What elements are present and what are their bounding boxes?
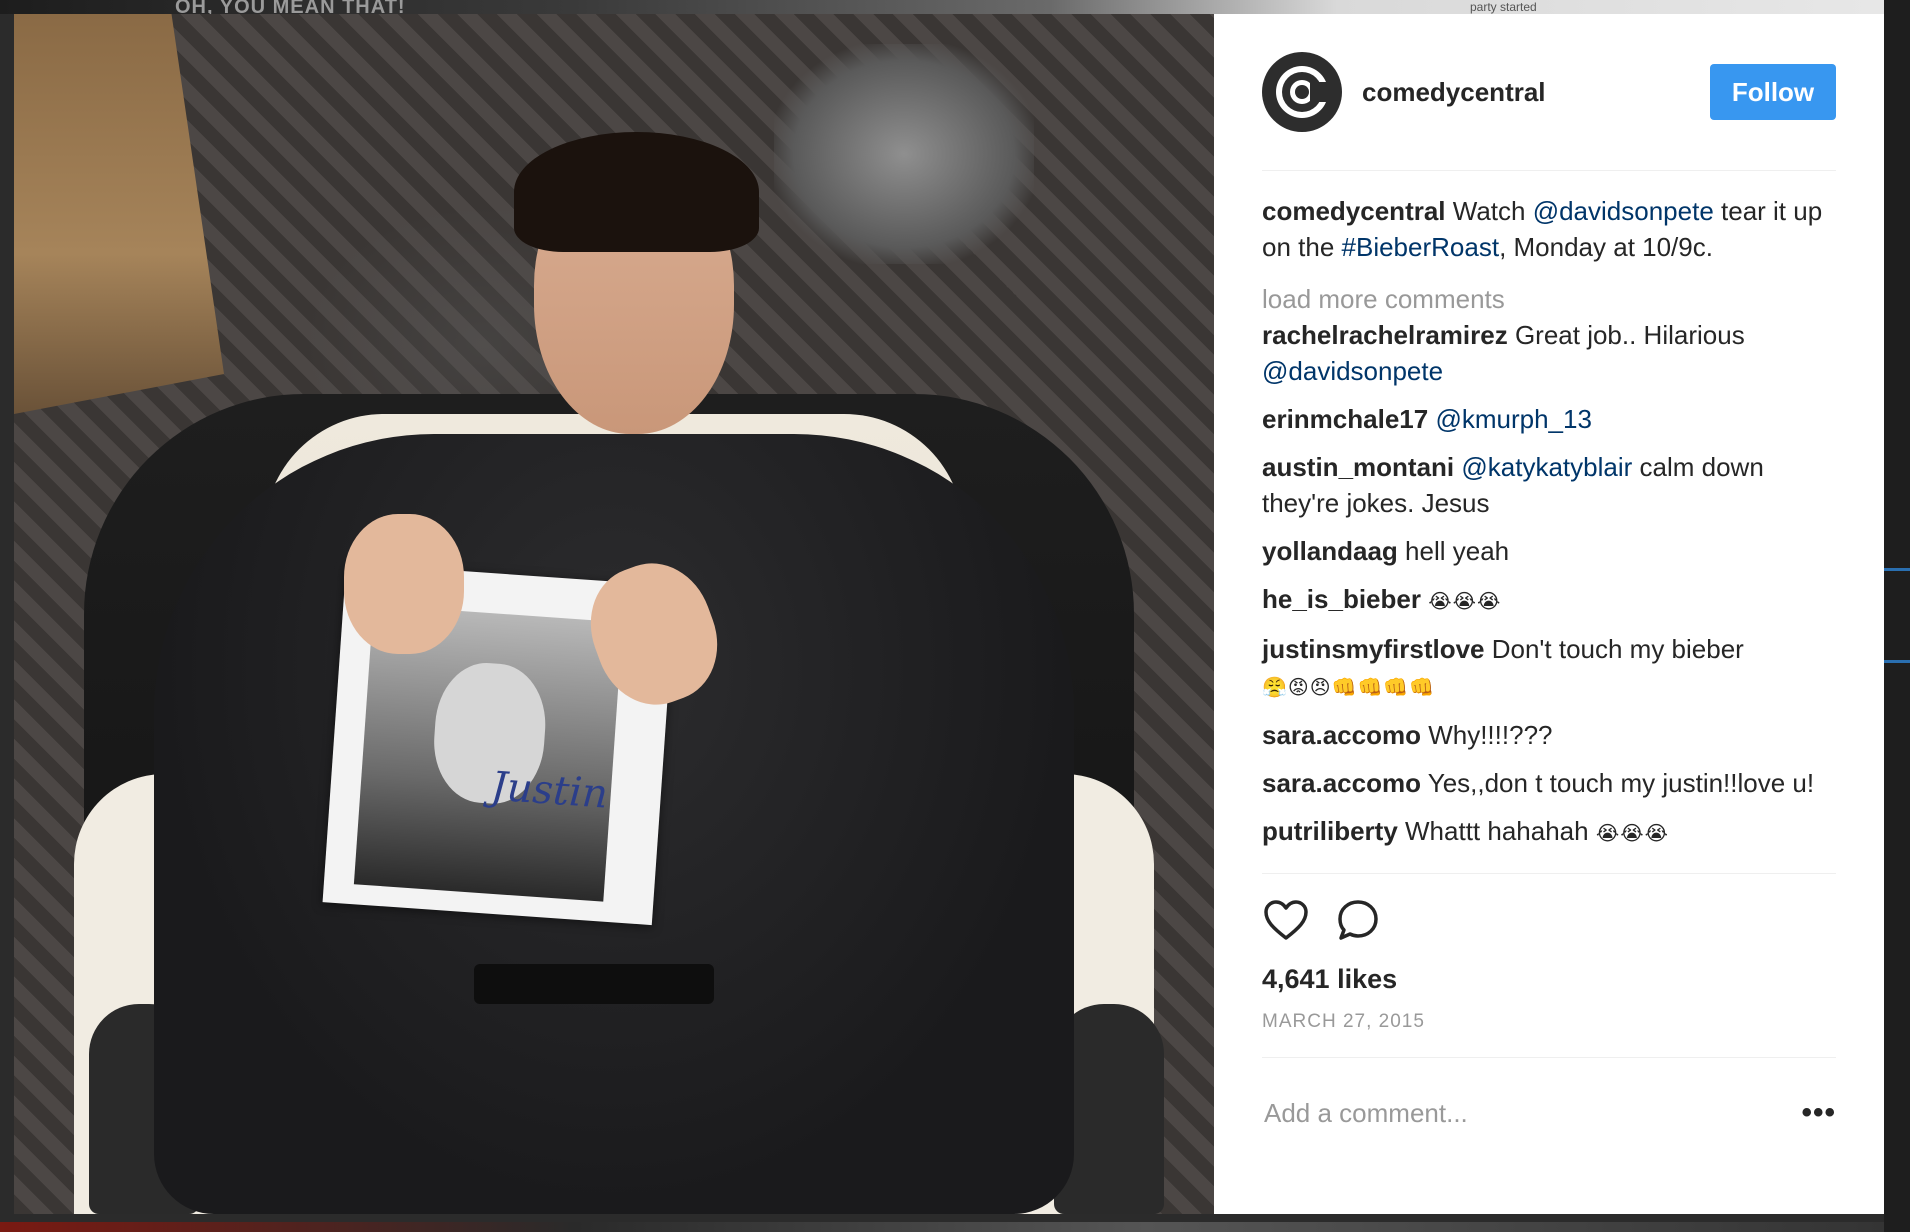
comment-username[interactable]: justinsmyfirstlove [1262,634,1485,664]
crying-emoji-icon: 😭😭😭 [1428,589,1502,613]
background-blue-line [1884,568,1910,571]
comment-item: rachelrachelramirez Great job.. Hilariou… [1262,317,1836,389]
comment-username[interactable]: rachelrachelramirez [1262,320,1508,350]
comedy-central-logo-icon[interactable] [1262,52,1342,132]
photo-lamp [14,14,224,414]
comments-section: comedycentral Watch @davidsonpete tear i… [1262,171,1836,863]
caption-text: Watch [1445,196,1533,226]
logo-ring-dot [1295,85,1309,99]
caption-hashtag[interactable]: #BieberRoast [1342,232,1500,262]
photo-person-belt [474,964,714,1004]
caption-mention[interactable]: @davidsonpete [1533,196,1714,226]
crying-emoji-icon: 😭😭😭 [1595,821,1669,845]
heart-icon[interactable] [1262,896,1310,944]
caption-username[interactable]: comedycentral [1262,196,1446,226]
comment-username[interactable]: sara.accomo [1262,768,1421,798]
comment-item: justinsmyfirstlove Don't touch my bieber… [1262,631,1836,705]
photo-wall-light [774,44,1034,264]
load-more-comments-link[interactable]: load more comments [1262,281,1836,317]
comment-text: hell yeah [1397,536,1510,566]
comment-text: Whattt hahahah [1397,816,1596,846]
heart-icon-svg [1264,900,1308,940]
background-caption: party started [1470,0,1537,14]
likes-count[interactable]: 4,641 likes [1262,964,1836,995]
comment-item: putriliberty Whattt hahahah 😭😭😭 [1262,813,1836,851]
post-header: comedycentral Follow [1262,14,1836,171]
comment-item: sara.accomo Why!!!!??? [1262,717,1836,753]
background-blue-line [1884,660,1910,663]
background-bottom-strip [0,1222,1910,1232]
comment-mention[interactable]: @davidsonpete [1262,356,1443,386]
comment-item: erinmchale17 @kmurph_13 [1262,401,1836,437]
comment-mention[interactable]: @kmurph_13 [1435,404,1591,434]
comment-username[interactable]: austin_montani [1262,452,1454,482]
add-comment-bar: ••• [1262,1057,1836,1168]
comment-text: Why!!!!??? [1420,720,1553,750]
comment-text: Great job.. Hilarious [1507,320,1745,350]
comment-item: sara.accomo Yes,,don t touch my justin!!… [1262,765,1836,801]
add-comment-input[interactable] [1262,1096,1746,1130]
comment-item: austin_montani @katykatyblair calm down … [1262,449,1836,521]
photo-autograph-name: Justin [489,763,610,818]
angry-emoji-icon: 😤😡😠👊👊👊👊 [1262,675,1436,699]
post-modal: to Justin comedycentral Follow comedycen… [14,14,1884,1214]
logo-cut [1310,82,1330,102]
comment-username[interactable]: sara.accomo [1262,720,1421,750]
comment-text: Yes,,don t touch my justin!!love u! [1420,768,1815,798]
post-actions [1262,873,1836,948]
comment-mention[interactable]: @katykatyblair [1461,452,1632,482]
comment-username[interactable]: putriliberty [1262,816,1398,846]
more-options-icon[interactable]: ••• [1801,1096,1836,1130]
comment-text: Don't touch my bieber [1484,634,1744,664]
comment-username[interactable]: he_is_bieber [1262,584,1421,614]
photo-person-hair [514,132,759,252]
background-right-edge [1884,0,1910,1232]
follow-button[interactable]: Follow [1710,64,1836,120]
post-photo[interactable]: to Justin [14,14,1214,1214]
post-sidebar: comedycentral Follow comedycentral Watch… [1214,14,1884,1214]
comment-item: yollandaag hell yeah [1262,533,1836,569]
post-caption: comedycentral Watch @davidsonpete tear i… [1262,193,1836,265]
photo-hand-left [344,514,464,654]
comment-username[interactable]: erinmchale17 [1262,404,1428,434]
post-date[interactable]: MARCH 27, 2015 [1262,1011,1836,1033]
comment-icon-svg [1338,900,1378,940]
comment-item: he_is_bieber 😭😭😭 [1262,581,1836,619]
caption-text: , Monday at 10/9c. [1499,232,1713,262]
comment-icon[interactable] [1334,896,1382,944]
post-username[interactable]: comedycentral [1362,77,1710,108]
comment-username[interactable]: yollandaag [1262,536,1398,566]
